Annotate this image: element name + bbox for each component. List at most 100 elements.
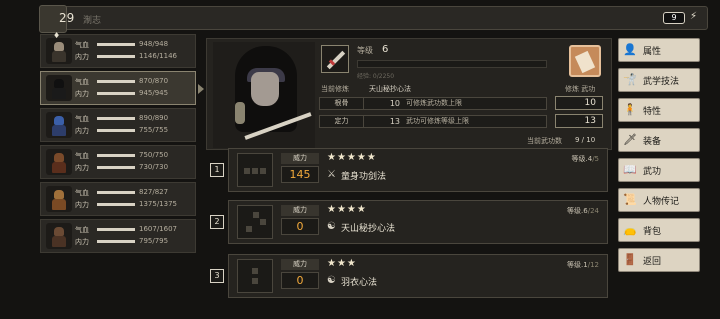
party-member-1[interactable]: ♦ 气血 948/948 内力 1146/1146	[40, 31, 196, 68]
stat-desc: 武功可修炼等级上限	[406, 117, 469, 125]
exp-bar	[357, 60, 547, 68]
inner-label: 内力	[75, 53, 89, 61]
menu-attributes[interactable]: 👤 属性	[618, 38, 700, 62]
book-icon: 📖	[623, 163, 637, 176]
stat-desc: 可修炼武功数上限	[406, 99, 462, 107]
hp-label: 气血	[75, 115, 89, 123]
yin-yang-icon: ☯	[327, 275, 336, 286]
stat-row-focus: 定力 13 武功可修炼等级上限	[319, 115, 547, 128]
avatar	[46, 38, 72, 64]
skill-icon	[237, 153, 273, 187]
stat-box-focus: 13	[555, 114, 603, 128]
inner-bar	[97, 240, 135, 243]
hp-value: 948/948	[139, 40, 169, 48]
skill-icon	[237, 259, 273, 293]
menu-martial-techniques[interactable]: 🤺 武学技法	[618, 68, 700, 92]
power-label: 威力	[281, 259, 319, 270]
menu-martial-arts[interactable]: 📖 武功	[618, 158, 700, 182]
martial-figure-icon: 🤺	[623, 73, 637, 86]
inner-value: 795/795	[139, 237, 169, 245]
power-label: 威力	[281, 153, 319, 164]
star-rating: ★★★★★	[327, 152, 377, 163]
stat-key: 根骨	[320, 98, 364, 109]
party-member-4[interactable]: 气血 750/750 内力 730/730	[40, 145, 196, 179]
inner-bar	[97, 203, 135, 206]
train-skill-label: 修炼 武功	[565, 85, 596, 93]
avatar	[46, 223, 72, 249]
party-member-3[interactable]: 气血 890/890 内力 755/755	[40, 108, 196, 142]
character-portrait	[213, 42, 315, 148]
bag-icon: 👝	[623, 223, 637, 236]
slot-number: 3	[210, 269, 224, 283]
inner-value: 755/755	[139, 126, 169, 134]
skill-card[interactable]: 威力 145 ★★★★★ ⚔ 童身功剑法 等级.4/5	[228, 148, 608, 192]
hp-value: 827/827	[139, 188, 169, 196]
menu-label: 人物传记	[643, 197, 680, 207]
menu-traits[interactable]: 🧍 特性	[618, 98, 700, 122]
menu-label: 属性	[643, 47, 662, 57]
menu-label: 武功	[643, 167, 662, 177]
train-skill-book-icon[interactable]	[569, 45, 601, 77]
menu-label: 武学技法	[643, 77, 680, 87]
selected-arrow-icon	[198, 84, 204, 94]
inner-label: 内力	[75, 127, 89, 135]
current-training-label: 当前修炼	[321, 85, 349, 93]
star-rating: ★★★	[327, 258, 357, 269]
menu-biography[interactable]: 📜 人物传记	[618, 188, 700, 212]
hp-bar	[97, 191, 135, 194]
current-training-value: 天山秘抄心法	[369, 85, 411, 93]
hp-label: 气血	[75, 152, 89, 160]
energy-badge: 9	[663, 12, 685, 24]
menu-equipment[interactable]: 🗡 装备	[618, 128, 700, 152]
inner-bar	[97, 129, 135, 132]
skill-name: 羽衣心法	[341, 278, 378, 288]
inner-bar	[97, 166, 135, 169]
inner-label: 内力	[75, 238, 89, 246]
skill-slot-1[interactable]: 1 威力 145 ★★★★★ ⚔ 童身功剑法 等级.4/5	[206, 148, 612, 194]
skill-name: 童身功剑法	[341, 172, 387, 182]
skill-icon	[237, 205, 273, 239]
inner-label: 内力	[75, 164, 89, 172]
top-bar-title: 淛志	[83, 16, 102, 26]
party-member-2[interactable]: 气血 870/870 内力 945/945	[40, 71, 196, 105]
sword-icon: ⚔	[327, 169, 336, 180]
party-member-6[interactable]: 气血 1607/1607 内力 795/795	[40, 219, 196, 253]
inner-value: 1146/1146	[139, 52, 177, 60]
avatar	[46, 112, 72, 138]
yin-yang-icon: ☯	[327, 221, 336, 232]
menu-bag[interactable]: 👝 背包	[618, 218, 700, 242]
inner-bar	[97, 92, 135, 95]
skill-card[interactable]: 威力 0 ★★★★ ☯ 天山秘抄心法 等级.6/24	[228, 200, 608, 244]
hp-bar	[97, 80, 135, 83]
party-member-5[interactable]: 气血 827/827 内力 1375/1375	[40, 182, 196, 216]
menu-label: 特性	[643, 107, 662, 117]
skill-name: 天山秘抄心法	[341, 224, 396, 234]
scroll-icon: 📜	[623, 193, 637, 206]
avatar	[46, 186, 72, 212]
avatar	[46, 149, 72, 175]
avatar	[46, 75, 72, 101]
day-counter: 29	[59, 11, 75, 25]
hp-label: 气血	[75, 78, 89, 86]
skill-level: 等级.6/24	[567, 207, 599, 215]
skill-card[interactable]: 威力 0 ★★★ ☯ 羽衣心法 等级.1/12	[228, 254, 608, 298]
skill-slot-3[interactable]: 3 威力 0 ★★★ ☯ 羽衣心法 等级.1/12	[206, 254, 612, 300]
exp-label: 经验: 0/2250	[357, 73, 395, 80]
lightning-icon: ⚡	[689, 11, 697, 22]
inner-value: 945/945	[139, 89, 169, 97]
inner-label: 内力	[75, 90, 89, 98]
inner-bar	[97, 55, 135, 58]
skill-slot-2[interactable]: 2 威力 0 ★★★★ ☯ 天山秘抄心法 等级.6/24	[206, 200, 612, 246]
figure-icon: 🧍	[623, 103, 637, 116]
skill-level: 等级.4/5	[571, 155, 599, 163]
stat-box-bone: 10	[555, 96, 603, 110]
person-icon: 👤	[623, 43, 637, 56]
hp-value: 1607/1607	[139, 225, 177, 233]
level-label: 等级	[357, 46, 373, 55]
menu-label: 装备	[643, 137, 662, 147]
menu-return[interactable]: 🚪 返回	[618, 248, 700, 272]
top-bar: 29 淛志 9 ⚡	[39, 5, 708, 33]
power-value: 0	[281, 218, 319, 235]
weapon-icon[interactable]	[321, 45, 349, 73]
hp-bar	[97, 117, 135, 120]
